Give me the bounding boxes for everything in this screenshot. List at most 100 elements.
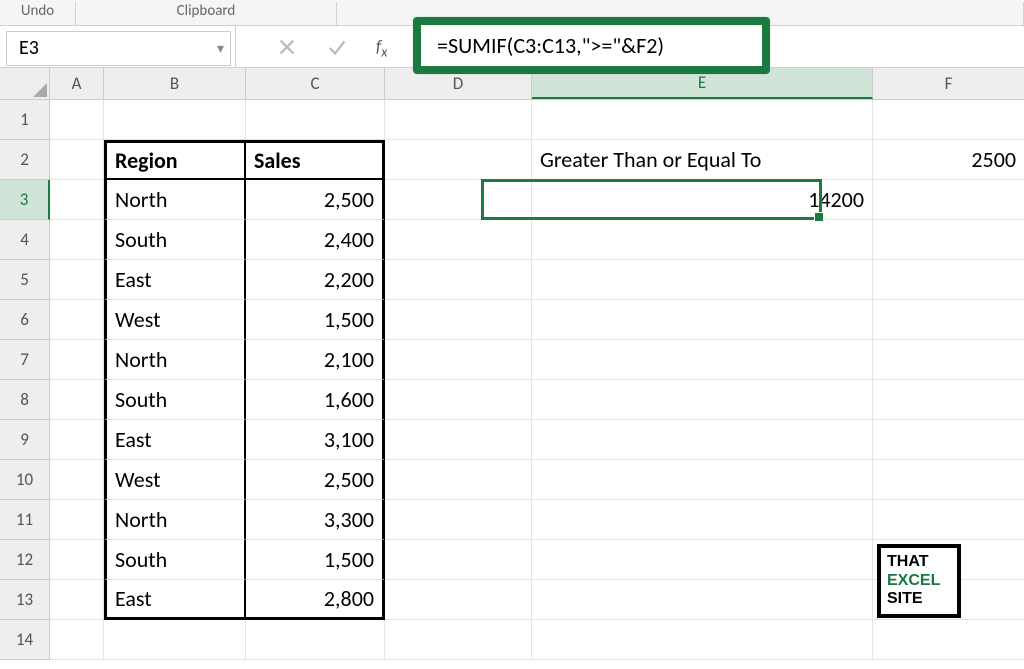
cell[interactable] [50, 220, 104, 260]
cell[interactable] [385, 100, 532, 140]
table-row[interactable]: 2,800 [246, 580, 385, 620]
table-row[interactable]: South [104, 380, 246, 420]
cell[interactable] [873, 620, 1024, 660]
cell[interactable] [873, 180, 1024, 220]
cell[interactable] [104, 620, 246, 660]
cell[interactable] [873, 340, 1024, 380]
row-header[interactable]: 5 [0, 260, 50, 300]
cell[interactable] [532, 220, 873, 260]
cell[interactable] [385, 260, 532, 300]
fx-icon[interactable]: fx [376, 36, 387, 60]
cell[interactable] [50, 500, 104, 540]
cell[interactable] [532, 300, 873, 340]
row-header[interactable]: 13 [0, 580, 50, 620]
col-header-F[interactable]: F [873, 68, 1024, 99]
cell[interactable] [532, 100, 873, 140]
cell[interactable] [50, 300, 104, 340]
row-header[interactable]: 11 [0, 500, 50, 540]
table-header-region[interactable]: Region [104, 140, 246, 180]
table-row[interactable]: West [104, 460, 246, 500]
col-header-C[interactable]: C [246, 68, 385, 99]
cell[interactable] [532, 500, 873, 540]
cell[interactable] [385, 300, 532, 340]
cell[interactable] [50, 580, 104, 620]
table-row[interactable]: West [104, 300, 246, 340]
table-row[interactable]: North [104, 500, 246, 540]
table-row[interactable]: 2,100 [246, 340, 385, 380]
cell[interactable] [50, 540, 104, 580]
row-header[interactable]: 6 [0, 300, 50, 340]
table-row[interactable]: 2,400 [246, 220, 385, 260]
cell[interactable] [385, 620, 532, 660]
cell[interactable] [385, 420, 532, 460]
row-header[interactable]: 9 [0, 420, 50, 460]
cell[interactable] [532, 420, 873, 460]
cell[interactable] [385, 380, 532, 420]
cell-E2[interactable]: Greater Than or Equal To [532, 140, 873, 180]
cell[interactable] [532, 620, 873, 660]
cell[interactable] [532, 380, 873, 420]
col-header-A[interactable]: A [50, 68, 104, 99]
row-header[interactable]: 3 [0, 180, 50, 220]
row-header[interactable]: 4 [0, 220, 50, 260]
cell[interactable] [385, 580, 532, 620]
cell[interactable] [532, 580, 873, 620]
cell-E3[interactable]: 14200 [532, 180, 873, 220]
table-row[interactable]: North [104, 180, 246, 220]
cell[interactable] [873, 460, 1024, 500]
table-row[interactable]: East [104, 260, 246, 300]
cell[interactable] [873, 100, 1024, 140]
cancel-icon[interactable] [276, 36, 298, 58]
cell[interactable] [385, 460, 532, 500]
cell[interactable] [873, 220, 1024, 260]
cell[interactable] [385, 540, 532, 580]
cell[interactable] [873, 300, 1024, 340]
table-row[interactable]: 1,500 [246, 300, 385, 340]
cell[interactable] [385, 340, 532, 380]
table-row[interactable]: 2,500 [246, 460, 385, 500]
cell[interactable] [246, 620, 385, 660]
table-row[interactable]: 3,300 [246, 500, 385, 540]
cell[interactable] [50, 340, 104, 380]
cell[interactable] [50, 180, 104, 220]
table-row[interactable]: South [104, 540, 246, 580]
table-row[interactable]: East [104, 580, 246, 620]
cell[interactable] [873, 420, 1024, 460]
cell[interactable] [104, 100, 246, 140]
cell[interactable] [50, 140, 104, 180]
cell-F2[interactable]: 2500 [873, 140, 1024, 180]
cell[interactable] [50, 620, 104, 660]
table-row[interactable]: South [104, 220, 246, 260]
cell[interactable] [532, 540, 873, 580]
row-header[interactable]: 1 [0, 100, 50, 140]
cell[interactable] [50, 380, 104, 420]
cell[interactable] [532, 460, 873, 500]
cell[interactable] [50, 260, 104, 300]
table-header-sales[interactable]: Sales [246, 140, 385, 180]
cell[interactable] [385, 220, 532, 260]
row-header[interactable]: 14 [0, 620, 50, 660]
cell[interactable] [532, 260, 873, 300]
row-header[interactable]: 2 [0, 140, 50, 180]
col-header-B[interactable]: B [104, 68, 246, 99]
row-header[interactable]: 7 [0, 340, 50, 380]
row-header[interactable]: 8 [0, 380, 50, 420]
cell[interactable] [246, 100, 385, 140]
cell[interactable] [50, 460, 104, 500]
cell[interactable] [385, 500, 532, 540]
row-header[interactable]: 12 [0, 540, 50, 580]
table-row[interactable]: North [104, 340, 246, 380]
name-box[interactable]: E3 ▾ [6, 31, 231, 66]
cell[interactable] [532, 340, 873, 380]
cell[interactable] [50, 420, 104, 460]
cell[interactable] [873, 380, 1024, 420]
table-row[interactable]: 1,600 [246, 380, 385, 420]
table-row[interactable]: 2,200 [246, 260, 385, 300]
table-row[interactable]: 2,500 [246, 180, 385, 220]
cell[interactable] [873, 500, 1024, 540]
chevron-down-icon[interactable]: ▾ [217, 40, 224, 57]
confirm-icon[interactable] [326, 36, 348, 58]
select-all-corner[interactable] [0, 68, 50, 99]
table-row[interactable]: East [104, 420, 246, 460]
cell[interactable] [50, 100, 104, 140]
